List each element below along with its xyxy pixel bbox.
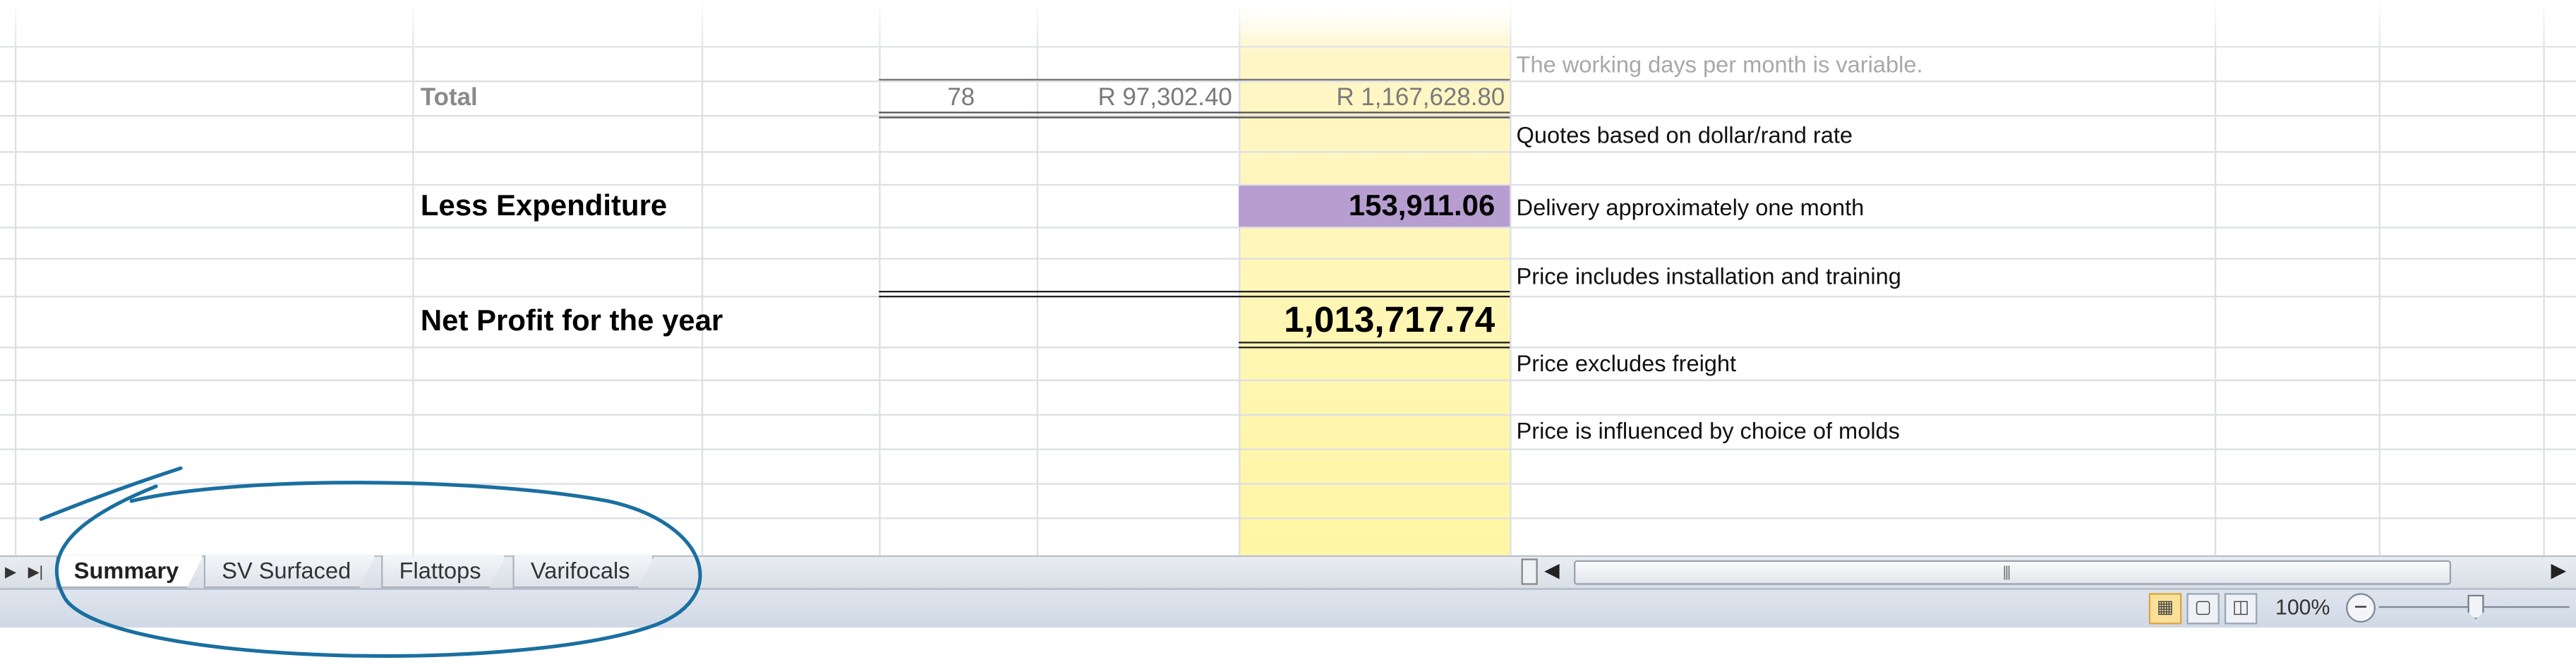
annotation-circle-icon [39,466,702,658]
excel-window: The working days per month is variable. … [0,0,2576,667]
